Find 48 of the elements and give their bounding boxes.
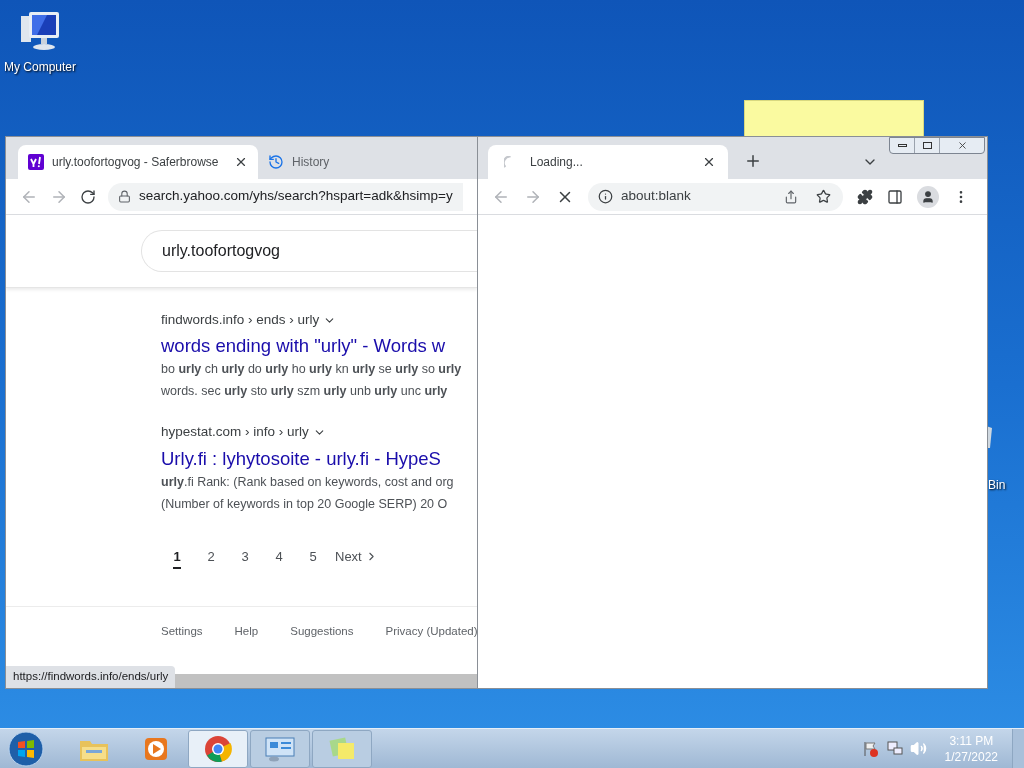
yahoo-icon — [28, 154, 44, 170]
side-panel-icon[interactable] — [887, 188, 903, 205]
share-icon[interactable] — [784, 189, 798, 204]
chrome-icon — [203, 733, 233, 764]
page-link[interactable]: 4 — [263, 546, 295, 569]
result-breadcrumb: findwords.info › ends › urly — [161, 311, 320, 329]
scrollbar[interactable] — [175, 674, 477, 688]
page-link[interactable]: 1 — [161, 546, 193, 569]
address-bar[interactable]: about:blank — [588, 182, 843, 211]
browser-tab[interactable]: Loading... — [488, 145, 728, 179]
result-snippet: urly.fi Rank: (Rank based on keywords, cost and org — [161, 473, 455, 491]
taskbar-button[interactable] — [250, 729, 310, 768]
close-icon — [956, 140, 968, 151]
page-link[interactable]: 2 — [195, 546, 227, 569]
start-button[interactable] — [6, 729, 46, 768]
star-icon[interactable] — [816, 189, 831, 204]
footer-link[interactable]: Settings — [161, 623, 203, 641]
result-snippet: bo urly ch urly do urly ho urly kn urly se urly so urly — [161, 361, 463, 379]
close-icon[interactable] — [234, 155, 248, 169]
flag-icon[interactable] — [861, 739, 880, 758]
result-title-link[interactable]: words ending with "urly" - Words w — [161, 334, 477, 359]
control-panel-icon — [264, 734, 296, 763]
history-icon — [268, 154, 284, 170]
address-bar[interactable]: search.yahoo.com/yhs/search?hspart=adk&hsimp=y — [108, 182, 463, 211]
profile-icon[interactable] — [917, 185, 939, 208]
page-link[interactable]: 5 — [297, 546, 329, 569]
footer-link[interactable]: Suggestions — [290, 623, 354, 641]
result-breadcrumb: hypestat.com › info › urly — [161, 423, 309, 442]
desktop-icon-label[interactable]: My Computer — [4, 58, 76, 76]
browser-tab[interactable]: urly.toofortogvog - Saferbrowse — [18, 145, 258, 179]
result-snippet: words. sec urly sto urly szm urly unb urly unc urly — [161, 383, 449, 401]
close-icon[interactable] — [702, 155, 716, 169]
puzzle-icon[interactable] — [857, 188, 873, 205]
info-icon — [598, 189, 613, 204]
new-tab-icon[interactable] — [744, 152, 762, 170]
footer-link[interactable]: Privacy (Updated) — [385, 623, 477, 641]
next-link[interactable]: Next — [335, 546, 378, 569]
reload-icon[interactable] — [80, 188, 96, 205]
footer-link[interactable]: Help — [234, 623, 259, 641]
result-snippet: (Number of keywords in top 20 Google SERP) 20 O — [161, 495, 449, 513]
desktop-icon-label[interactable]: Bin — [988, 476, 1006, 494]
network-icon[interactable] — [885, 739, 904, 758]
status-bubble: https://findwords.info/ends/urly — [6, 666, 176, 688]
lock-icon — [118, 190, 131, 203]
page-link[interactable]: 3 — [229, 546, 261, 569]
result-title-link[interactable]: Urly.fi : lyhytosoite - urly.fi - HypeS — [161, 446, 477, 471]
browser-tab[interactable]: History — [258, 145, 458, 179]
taskbar-button[interactable] — [188, 729, 248, 768]
